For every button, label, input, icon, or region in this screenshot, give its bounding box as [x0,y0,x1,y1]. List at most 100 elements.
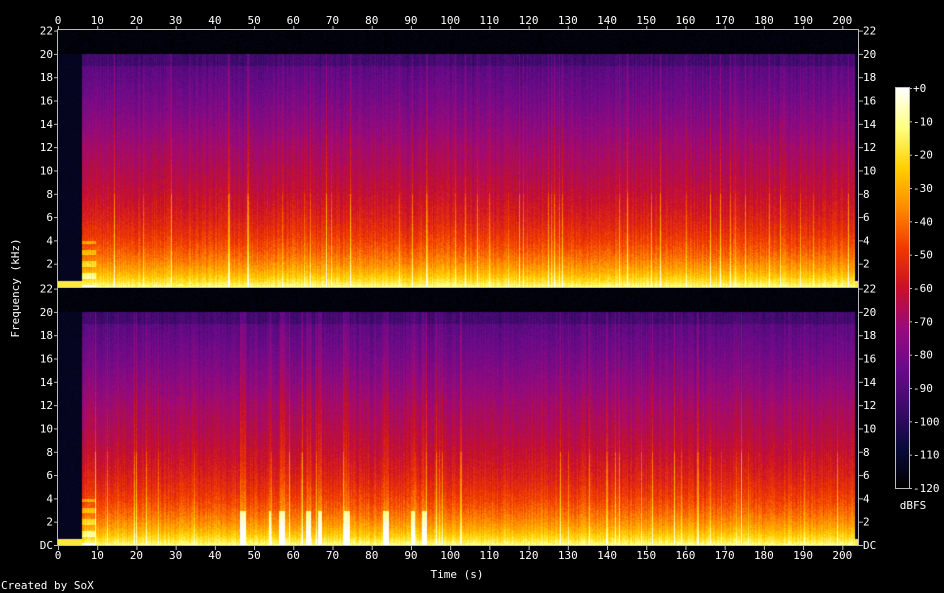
y-tick-right-label: 4 [863,492,870,505]
y-tick-right-label: 10 [863,164,876,177]
x-tick-bottom-label: 70 [326,549,339,562]
x-tick-top-label: 100 [440,14,460,27]
y-tick-left-label: 2 [46,516,53,529]
y-tick-right-label: 22 [863,25,876,38]
y-tick-left-label: 20 [40,306,53,319]
x-tick-top-label: 110 [479,14,499,27]
x-tick-bottom-label: 100 [440,549,460,562]
y-tick-right-label: 8 [863,446,870,459]
y-tick-left-label: 18 [40,71,53,84]
x-tick-top-label: 60 [287,14,300,27]
colorbar-tick-label: -120 [913,482,940,495]
y-tick-right-label: 14 [863,376,877,389]
colorbar-tick-label: -30 [913,182,933,195]
x-tick-bottom-label: 170 [715,549,735,562]
y-tick-right-label: 12 [863,141,876,154]
channel-2-spectrogram [58,288,858,545]
y-tick-right-label: 12 [863,399,876,412]
y-tick-right-label: 2 [863,258,870,271]
y-tick-left-label: DC [40,539,53,552]
colorbar-tick-label: -70 [913,315,933,328]
y-tick-left-label: 14 [40,118,54,131]
x-tick-bottom-label: 200 [832,549,852,562]
channel-1-plot [57,29,859,288]
x-tick-top-label: 180 [754,14,774,27]
x-tick-top-label: 190 [793,14,813,27]
y-tick-left-label: 14 [40,376,54,389]
x-tick-bottom-label: 110 [479,549,499,562]
y-tick-right-label: 16 [863,95,876,108]
y-tick-right-label: 16 [863,353,876,366]
y-tick-left-label: 2 [46,258,53,271]
y-tick-right-label: 10 [863,422,876,435]
x-tick-top-label: 10 [91,14,104,27]
x-tick-bottom-label: 190 [793,549,813,562]
x-tick-top-label: 40 [208,14,221,27]
y-tick-left-label: 12 [40,399,53,412]
y-tick-left-label: 8 [46,188,53,201]
x-tick-bottom-label: 60 [287,549,300,562]
x-tick-top-label: 50 [247,14,260,27]
x-tick-top-label: 130 [558,14,578,27]
y-tick-left-label: 16 [40,95,53,108]
y-tick-right-label: 20 [863,48,876,61]
x-tick-bottom-label: 120 [519,549,539,562]
y-tick-left-label: 6 [46,211,53,224]
y-tick-right-label: 6 [863,469,870,482]
colorbar-tick-label: -40 [913,215,933,228]
x-tick-bottom-label: 30 [169,549,182,562]
y-tick-right-label: DC [863,539,876,552]
x-tick-bottom-label: 80 [365,549,378,562]
x-tick-bottom-label: 140 [597,549,617,562]
colorbar-tick-label: -10 [913,115,933,128]
y-tick-left-label: 22 [40,283,53,296]
y-tick-left-label: 4 [46,492,53,505]
colorbar-tick-label: -110 [913,449,940,462]
x-tick-top-label: 150 [636,14,656,27]
x-tick-bottom-label: 50 [247,549,260,562]
x-tick-top-label: 30 [169,14,182,27]
y-tick-left-label: 10 [40,422,53,435]
x-tick-top-label: 0 [55,14,62,27]
x-axis-label: Time (s) [431,568,484,581]
y-tick-right-label: 14 [863,118,877,131]
y-tick-right-label: 22 [863,283,876,296]
y-tick-left-label: 16 [40,353,53,366]
x-tick-bottom-label: 180 [754,549,774,562]
y-tick-right-label: 4 [863,234,870,247]
channel-1-spectrogram [58,30,858,287]
colorbar-label: dBFS [900,499,927,512]
y-tick-left-label: 22 [40,25,53,38]
colorbar-tick-label: -20 [913,149,933,162]
colorbar-tick-label: -80 [913,349,933,362]
x-tick-top-label: 90 [404,14,417,27]
y-tick-left-label: 8 [46,446,53,459]
x-axis-bottom-ticks: 0 10 20 30 40 50 60 70 80 90 100 110 120 130 140 150 160… [55,546,852,562]
x-tick-top-label: 70 [326,14,339,27]
y-axis-label: Frequency (kHz) [9,238,22,337]
colorbar-tick-label: -90 [913,382,933,395]
colorbar-tick-label: -50 [913,249,933,262]
y-tick-left-label: 18 [40,329,53,342]
x-tick-top-label: 170 [715,14,735,27]
y-tick-left-label: 20 [40,48,53,61]
x-tick-bottom-label: 40 [208,549,221,562]
x-tick-bottom-label: 130 [558,549,578,562]
x-tick-bottom-label: 0 [55,549,62,562]
x-tick-top-label: 120 [519,14,539,27]
y-tick-right-label: 18 [863,71,876,84]
colorbar-gradient [896,88,909,488]
colorbar-tick-label: +0 [913,82,926,95]
y-tick-right-label: 6 [863,211,870,224]
x-tick-bottom-label: 10 [91,549,104,562]
x-tick-top-label: 140 [597,14,617,27]
x-tick-top-label: 200 [832,14,852,27]
y-tick-left-label: 12 [40,141,53,154]
x-tick-top-label: 20 [130,14,143,27]
y-tick-right-label: 20 [863,306,876,319]
x-tick-bottom-label: 160 [676,549,696,562]
channel-2-plot [57,287,859,546]
y-tick-right-label: 2 [863,516,870,529]
y-tick-right-label: 18 [863,329,876,342]
footer-credit: Created by SoX [1,579,94,592]
